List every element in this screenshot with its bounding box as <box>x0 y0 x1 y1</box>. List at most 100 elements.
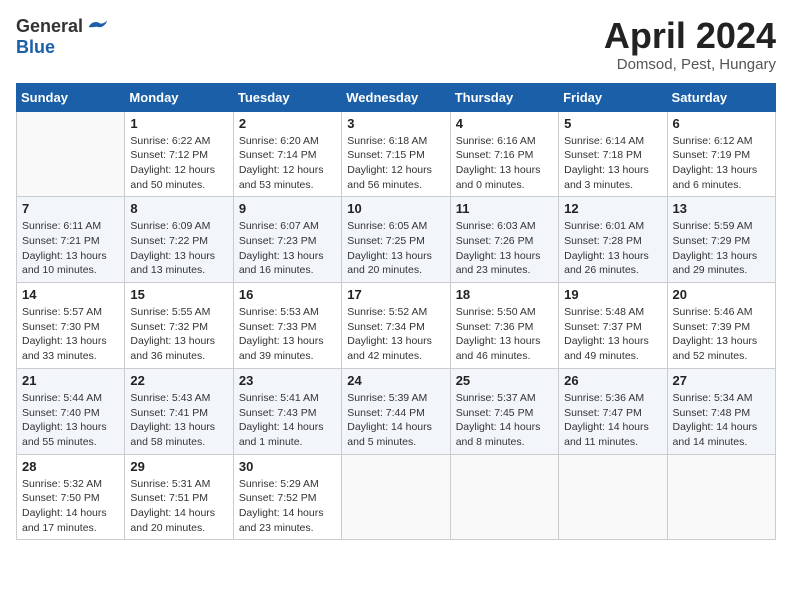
day-number: 17 <box>347 287 444 302</box>
day-info: Sunrise: 5:41 AMSunset: 7:43 PMDaylight:… <box>239 391 336 450</box>
day-number: 6 <box>673 116 770 131</box>
calendar-cell <box>17 111 125 197</box>
day-info: Sunrise: 5:50 AMSunset: 7:36 PMDaylight:… <box>456 305 553 364</box>
calendar-week-row: 7Sunrise: 6:11 AMSunset: 7:21 PMDaylight… <box>17 197 776 283</box>
day-number: 3 <box>347 116 444 131</box>
calendar-cell: 9Sunrise: 6:07 AMSunset: 7:23 PMDaylight… <box>233 197 341 283</box>
day-number: 29 <box>130 459 227 474</box>
title-area: April 2024 Domsod, Pest, Hungary <box>604 16 776 73</box>
day-number: 14 <box>22 287 119 302</box>
day-number: 16 <box>239 287 336 302</box>
calendar-header-monday: Monday <box>125 83 233 111</box>
day-number: 15 <box>130 287 227 302</box>
calendar-cell: 2 Sunrise: 6:20 AMSunset: 7:14 PMDaylight… <box>233 111 341 197</box>
calendar-cell: 24Sunrise: 5:39 AMSunset: 7:44 PMDayligh… <box>342 368 450 454</box>
calendar-week-row: 1 Sunrise: 6:22 AMSunset: 7:12 PMDaylight… <box>17 111 776 197</box>
day-info: Sunrise: 6:09 AMSunset: 7:22 PMDaylight:… <box>130 219 227 278</box>
day-number: 30 <box>239 459 336 474</box>
calendar-cell: 8 Sunrise: 6:09 AMSunset: 7:22 PMDaylight… <box>125 197 233 283</box>
day-number: 23 <box>239 373 336 388</box>
day-info: Sunrise: 5:29 AMSunset: 7:52 PMDaylight:… <box>239 477 336 536</box>
logo-blue-text: Blue <box>16 37 55 58</box>
calendar-week-row: 14 Sunrise: 5:57 AMSunset: 7:30 PMDayligh… <box>17 283 776 369</box>
day-number: 20 <box>673 287 770 302</box>
day-info: Sunrise: 6:14 AMSunset: 7:18 PMDaylight:… <box>564 134 661 193</box>
day-info: Sunrise: 6:12 AMSunset: 7:19 PMDaylight:… <box>673 134 770 193</box>
calendar-cell: 11Sunrise: 6:03 AMSunset: 7:26 PMDayligh… <box>450 197 558 283</box>
day-info: Sunrise: 5:52 AMSunset: 7:34 PMDaylight:… <box>347 305 444 364</box>
calendar-cell <box>450 454 558 540</box>
calendar-cell <box>559 454 667 540</box>
calendar-cell <box>342 454 450 540</box>
calendar-cell: 18Sunrise: 5:50 AMSunset: 7:36 PMDayligh… <box>450 283 558 369</box>
calendar-cell: 14 Sunrise: 5:57 AMSunset: 7:30 PMDayligh… <box>17 283 125 369</box>
day-info: Sunrise: 6:22 AMSunset: 7:12 PMDaylight:… <box>130 134 227 193</box>
day-info: Sunrise: 5:44 AMSunset: 7:40 PMDaylight:… <box>22 391 119 450</box>
day-number: 13 <box>673 201 770 216</box>
day-number: 27 <box>673 373 770 388</box>
day-number: 25 <box>456 373 553 388</box>
day-info: Sunrise: 5:59 AMSunset: 7:29 PMDaylight:… <box>673 219 770 278</box>
calendar-cell: 27 Sunrise: 5:34 AMSunset: 7:48 PMDayligh… <box>667 368 775 454</box>
day-info: Sunrise: 6:01 AMSunset: 7:28 PMDaylight:… <box>564 219 661 278</box>
day-info: Sunrise: 5:34 AMSunset: 7:48 PMDaylight:… <box>673 391 770 450</box>
calendar-header-sunday: Sunday <box>17 83 125 111</box>
day-number: 4 <box>456 116 553 131</box>
day-number: 2 <box>239 116 336 131</box>
day-info: Sunrise: 5:55 AMSunset: 7:32 PMDaylight:… <box>130 305 227 364</box>
day-info: Sunrise: 5:43 AMSunset: 7:41 PMDaylight:… <box>130 391 227 450</box>
calendar-cell: 12 Sunrise: 6:01 AMSunset: 7:28 PMDayligh… <box>559 197 667 283</box>
calendar-week-row: 21Sunrise: 5:44 AMSunset: 7:40 PMDayligh… <box>17 368 776 454</box>
calendar-cell: 6 Sunrise: 6:12 AMSunset: 7:19 PMDaylight… <box>667 111 775 197</box>
calendar-cell: 23 Sunrise: 5:41 AMSunset: 7:43 PMDayligh… <box>233 368 341 454</box>
day-number: 22 <box>130 373 227 388</box>
day-info: Sunrise: 5:39 AMSunset: 7:44 PMDaylight:… <box>347 391 444 450</box>
calendar-cell: 28 Sunrise: 5:32 AMSunset: 7:50 PMDayligh… <box>17 454 125 540</box>
calendar-cell: 22 Sunrise: 5:43 AMSunset: 7:41 PMDayligh… <box>125 368 233 454</box>
day-number: 8 <box>130 201 227 216</box>
calendar-cell <box>667 454 775 540</box>
day-number: 10 <box>347 201 444 216</box>
calendar-cell: 16Sunrise: 5:53 AMSunset: 7:33 PMDayligh… <box>233 283 341 369</box>
calendar-cell: 25 Sunrise: 5:37 AMSunset: 7:45 PMDayligh… <box>450 368 558 454</box>
day-number: 5 <box>564 116 661 131</box>
day-number: 26 <box>564 373 661 388</box>
calendar-cell: 10 Sunrise: 6:05 AMSunset: 7:25 PMDayligh… <box>342 197 450 283</box>
calendar-header-wednesday: Wednesday <box>342 83 450 111</box>
calendar-cell: 17 Sunrise: 5:52 AMSunset: 7:34 PMDayligh… <box>342 283 450 369</box>
calendar: SundayMondayTuesdayWednesdayThursdayFrid… <box>16 83 776 541</box>
calendar-cell: 26Sunrise: 5:36 AMSunset: 7:47 PMDayligh… <box>559 368 667 454</box>
day-info: Sunrise: 5:48 AMSunset: 7:37 PMDaylight:… <box>564 305 661 364</box>
day-info: Sunrise: 6:20 AMSunset: 7:14 PMDaylight:… <box>239 134 336 193</box>
day-info: Sunrise: 6:03 AMSunset: 7:26 PMDaylight:… <box>456 219 553 278</box>
location: Domsod, Pest, Hungary <box>604 56 776 73</box>
calendar-cell: 20 Sunrise: 5:46 AMSunset: 7:39 PMDayligh… <box>667 283 775 369</box>
month-title: April 2024 <box>604 16 776 56</box>
day-info: Sunrise: 6:05 AMSunset: 7:25 PMDaylight:… <box>347 219 444 278</box>
calendar-cell: 15 Sunrise: 5:55 AMSunset: 7:32 PMDayligh… <box>125 283 233 369</box>
day-info: Sunrise: 5:32 AMSunset: 7:50 PMDaylight:… <box>22 477 119 536</box>
day-info: Sunrise: 6:18 AMSunset: 7:15 PMDaylight:… <box>347 134 444 193</box>
calendar-week-row: 28 Sunrise: 5:32 AMSunset: 7:50 PMDayligh… <box>17 454 776 540</box>
calendar-cell: 5 Sunrise: 6:14 AMSunset: 7:18 PMDaylight… <box>559 111 667 197</box>
logo: General Blue <box>16 16 109 58</box>
calendar-header-friday: Friday <box>559 83 667 111</box>
header: General Blue April 2024 Domsod, Pest, Hu… <box>16 16 776 73</box>
calendar-cell: 3 Sunrise: 6:18 AMSunset: 7:15 PMDaylight… <box>342 111 450 197</box>
day-info: Sunrise: 5:31 AMSunset: 7:51 PMDaylight:… <box>130 477 227 536</box>
calendar-cell: 30 Sunrise: 5:29 AMSunset: 7:52 PMDayligh… <box>233 454 341 540</box>
day-number: 28 <box>22 459 119 474</box>
calendar-cell: 21Sunrise: 5:44 AMSunset: 7:40 PMDayligh… <box>17 368 125 454</box>
calendar-cell: 29 Sunrise: 5:31 AMSunset: 7:51 PMDayligh… <box>125 454 233 540</box>
day-number: 12 <box>564 201 661 216</box>
calendar-header-row: SundayMondayTuesdayWednesdayThursdayFrid… <box>17 83 776 111</box>
calendar-header-saturday: Saturday <box>667 83 775 111</box>
day-info: Sunrise: 5:37 AMSunset: 7:45 PMDaylight:… <box>456 391 553 450</box>
day-info: Sunrise: 5:46 AMSunset: 7:39 PMDaylight:… <box>673 305 770 364</box>
day-info: Sunrise: 6:07 AMSunset: 7:23 PMDaylight:… <box>239 219 336 278</box>
calendar-header-thursday: Thursday <box>450 83 558 111</box>
day-info: Sunrise: 5:57 AMSunset: 7:30 PMDaylight:… <box>22 305 119 364</box>
calendar-cell: 1 Sunrise: 6:22 AMSunset: 7:12 PMDaylight… <box>125 111 233 197</box>
calendar-cell: 7Sunrise: 6:11 AMSunset: 7:21 PMDaylight… <box>17 197 125 283</box>
day-number: 1 <box>130 116 227 131</box>
